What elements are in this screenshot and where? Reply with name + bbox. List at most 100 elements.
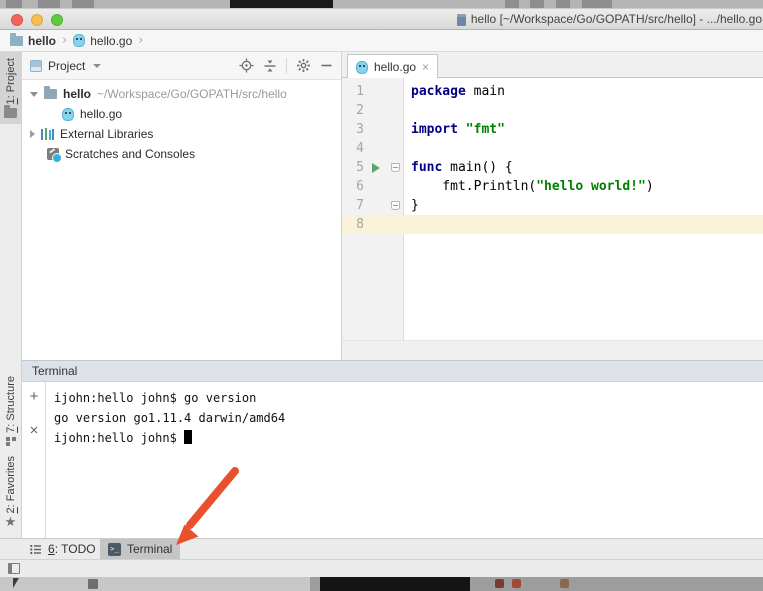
code-editor[interactable]: 1package main23import "fmt"45func main()… — [342, 78, 763, 340]
folder-icon — [10, 36, 23, 46]
project-panel-title[interactable]: Project — [48, 59, 85, 73]
fold-marker[interactable] — [391, 163, 400, 172]
project-panel: Project hello ~/Workspace/Go/GOPATH/src/… — [22, 52, 342, 360]
project-tree: hello ~/Workspace/Go/GOPATH/src/hello he… — [22, 80, 341, 164]
titlebar: hello [~/Workspace/Go/GOPATH/src/hello] … — [0, 8, 763, 30]
terminal-header[interactable]: Terminal — [22, 360, 763, 382]
project-panel-header: Project — [22, 52, 341, 80]
breadcrumb-file[interactable]: hello.go — [73, 34, 132, 48]
line-number: 4 — [342, 139, 366, 158]
background-fragment — [582, 0, 612, 8]
close-window-button[interactable] — [11, 14, 23, 26]
terminal-toolwindow-button[interactable]: >_ Terminal — [100, 539, 180, 559]
hide-panel-icon[interactable] — [320, 59, 333, 72]
editor-hscrollbar[interactable] — [342, 340, 763, 360]
collapse-all-icon[interactable] — [263, 59, 277, 73]
line-number: 7 — [342, 196, 366, 215]
tree-item-file[interactable]: hello.go — [22, 104, 341, 124]
background-fragment — [72, 0, 94, 8]
project-icon — [4, 108, 17, 118]
run-button[interactable] — [372, 163, 380, 173]
code-line: 6 fmt.Println("hello world!") — [342, 177, 763, 196]
folder-icon — [44, 89, 57, 99]
toolwindow-toggle-icon[interactable] — [8, 563, 20, 574]
tree-item-root[interactable]: hello ~/Workspace/Go/GOPATH/src/hello — [22, 84, 341, 104]
terminal-line: ijohn:hello john$ — [54, 428, 759, 448]
background-fragment — [88, 579, 98, 589]
line-number: 2 — [342, 101, 366, 120]
tab-hello-go[interactable]: hello.go × — [347, 54, 438, 79]
chevron-down-icon[interactable] — [93, 64, 101, 68]
star-icon: ★ — [5, 517, 17, 529]
terminal-toolbar: + × — [22, 382, 46, 538]
toolwindow-bar: 6: TODO >_ Terminal — [0, 538, 763, 559]
line-number: 3 — [342, 120, 366, 139]
scratches-icon — [47, 148, 59, 160]
line-number: 5 — [342, 158, 366, 177]
locate-file-icon[interactable] — [239, 58, 254, 73]
code-line: 1package main — [342, 82, 763, 101]
background-fragment — [6, 0, 22, 8]
todo-toolwindow-button[interactable]: 6: TODO — [22, 539, 104, 559]
go-file-icon — [356, 61, 368, 74]
tool-button-structure[interactable]: 7: Structure — [0, 376, 21, 446]
zoom-window-button[interactable] — [51, 14, 63, 26]
chevron-expanded-icon[interactable] — [30, 92, 38, 97]
background-fragment — [512, 579, 521, 588]
background-fragment — [230, 0, 333, 8]
tool-button-favorites[interactable]: 2: Favorites ★ — [0, 456, 21, 529]
background-window-strip-bottom — [0, 577, 763, 591]
background-fragment — [556, 0, 570, 8]
terminal-cursor — [184, 430, 192, 444]
chevron-right-icon: › — [62, 33, 67, 48]
background-fragment — [560, 579, 569, 588]
tree-item-scratches[interactable]: Scratches and Consoles — [22, 144, 341, 164]
close-session-button[interactable]: × — [22, 422, 46, 442]
statusbar — [0, 559, 763, 577]
gear-icon[interactable] — [296, 58, 311, 73]
tool-button-project[interactable]: 1: Project — [0, 52, 21, 124]
structure-icon — [6, 437, 16, 446]
window-title: hello [~/Workspace/Go/GOPATH/src/hello] … — [457, 9, 763, 30]
minimize-window-button[interactable] — [31, 14, 43, 26]
breadcrumb-folder[interactable]: hello — [10, 34, 56, 48]
chevron-right-icon: › — [138, 33, 143, 48]
fold-marker[interactable] — [391, 201, 400, 210]
background-cursor — [13, 578, 19, 588]
chevron-collapsed-icon[interactable] — [30, 130, 35, 138]
left-tool-stripe: 1: Project 7: Structure 2: Favorites ★ — [0, 52, 22, 538]
terminal-icon: >_ — [108, 543, 121, 556]
line-number: 1 — [342, 82, 366, 101]
code-line: 4 — [342, 139, 763, 158]
background-fragment — [495, 579, 504, 588]
line-number: 8 — [342, 215, 366, 234]
code-line: 8 — [342, 215, 763, 234]
new-session-button[interactable]: + — [22, 388, 46, 408]
background-fragment — [505, 0, 519, 8]
terminal-line: go version go1.11.4 darwin/amd64 — [54, 408, 759, 428]
window-title-text: hello [~/Workspace/Go/GOPATH/src/hello] … — [471, 9, 762, 30]
libraries-icon — [41, 128, 54, 140]
go-file-icon — [73, 34, 85, 47]
project-panel-toolbar — [239, 58, 333, 74]
code-line: 3import "fmt" — [342, 120, 763, 139]
go-file-icon — [62, 108, 74, 121]
code-line: 5func main() { — [342, 158, 763, 177]
code-line: 2 — [342, 101, 763, 120]
terminal-output[interactable]: ijohn:hello john$ go versiongo version g… — [54, 388, 759, 448]
tree-item-external-libraries[interactable]: External Libraries — [22, 124, 341, 144]
editor-tabbar: hello.go × — [342, 52, 763, 78]
background-fragment — [0, 577, 310, 591]
code-lines: 1package main23import "fmt"45func main()… — [342, 82, 763, 234]
background-fragment — [38, 0, 60, 8]
document-icon — [457, 14, 466, 26]
background-fragment — [320, 577, 470, 591]
background-window-strip-top — [0, 0, 763, 8]
tree-item-path: ~/Workspace/Go/GOPATH/src/hello — [97, 87, 287, 101]
terminal-panel: + × ijohn:hello john$ go versiongo versi… — [22, 382, 763, 538]
terminal-line: ijohn:hello john$ go version — [54, 388, 759, 408]
background-fragment — [530, 0, 544, 8]
project-view-icon — [30, 60, 42, 72]
close-tab-icon[interactable]: × — [422, 61, 429, 73]
code-line: 7} — [342, 196, 763, 215]
